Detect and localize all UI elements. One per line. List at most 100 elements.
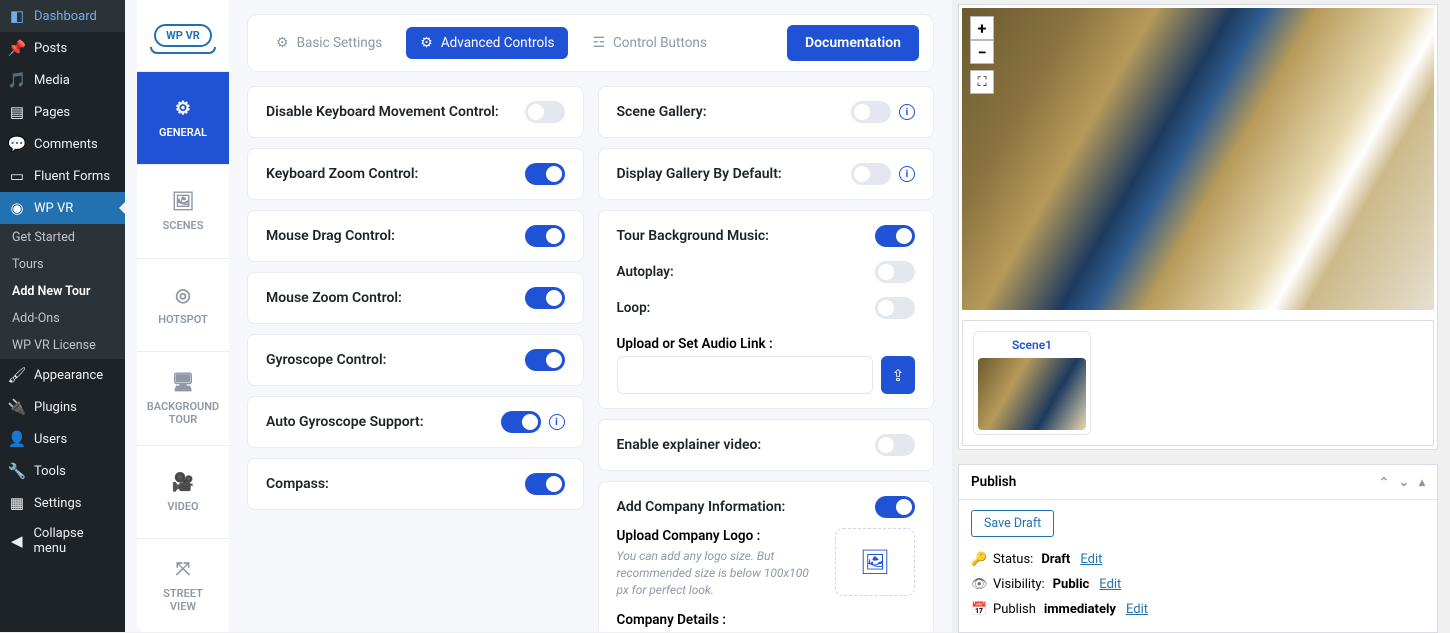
sliders-icon: ⚙	[420, 35, 433, 51]
menu-fluent-forms[interactable]: ▭ Fluent Forms	[0, 160, 125, 192]
vtab-hotspot[interactable]: ◎HOTSPOT	[137, 258, 229, 352]
gear-icon: ⚙	[276, 35, 289, 51]
submenu-tours[interactable]: Tours	[0, 251, 125, 278]
toggle-mouse-zoom[interactable]	[525, 287, 565, 309]
toggle-bgm[interactable]	[875, 225, 915, 247]
fullscreen-button[interactable]: ⛶	[970, 70, 994, 94]
audio-link-input[interactable]	[617, 356, 874, 394]
logo-upload-placeholder[interactable]: 🖼	[835, 528, 915, 596]
menu-posts[interactable]: 📌Posts	[0, 32, 125, 64]
label-gyro: Gyroscope Control:	[266, 352, 386, 368]
label-compass: Compass:	[266, 476, 329, 492]
video-icon: 🎥	[172, 472, 194, 493]
forms-icon: ▭	[8, 167, 26, 185]
wpvr-logo: WP VR	[137, 0, 229, 71]
toggle-scene-gallery[interactable]	[851, 101, 891, 123]
vtab-bg-tour[interactable]: 🖥 BACKGROUNDTOUR	[137, 351, 229, 445]
toggle-company-info[interactable]	[875, 496, 915, 518]
label-auto-gyro: Auto Gyroscope Support:	[266, 414, 424, 430]
toggle-kb-zoom[interactable]	[525, 163, 565, 185]
calendar-icon: 📅	[971, 602, 985, 617]
image-icon: 🖼	[172, 191, 195, 212]
menu-appearance[interactable]: 🖌Appearance	[0, 359, 125, 391]
edit-status-link[interactable]: Edit	[1080, 552, 1102, 567]
vtab-scenes[interactable]: 🖼SCENES	[137, 164, 229, 258]
zoom-out-button[interactable]: −	[970, 40, 994, 64]
panorama-preview[interactable]: + − ⛶	[962, 8, 1434, 310]
menu-dashboard[interactable]: ◧Dashboard	[0, 0, 125, 32]
info-icon[interactable]: i	[899, 104, 915, 120]
panel-down-icon[interactable]: ⌄	[1399, 475, 1409, 489]
menu-label: Posts	[34, 41, 67, 56]
settings-icon: ▦	[8, 494, 26, 512]
status-label: Status:	[993, 552, 1033, 567]
vtab-label: BACKGROUNDTOUR	[147, 400, 219, 426]
toggle-auto-gyro[interactable]	[501, 411, 541, 433]
toggle-gyro[interactable]	[525, 349, 565, 371]
vtab-label: GENERAL	[159, 126, 207, 139]
toggle-loop[interactable]	[875, 297, 915, 319]
upload-icon: ⇪	[891, 366, 904, 385]
menu-label: Tools	[34, 464, 66, 479]
menu-users[interactable]: 👤Users	[0, 423, 125, 455]
label-upload-audio: Upload or Set Audio Link :	[617, 336, 773, 352]
submenu-get-started[interactable]: Get Started	[0, 224, 125, 251]
menu-label: Fluent Forms	[34, 169, 110, 184]
toggle-mouse-drag[interactable]	[525, 225, 565, 247]
menu-label: Comments	[34, 137, 98, 152]
vtab-label: STREETVIEW	[163, 587, 203, 613]
label-mouse-drag: Mouse Drag Control:	[266, 228, 395, 244]
tab-control-buttons[interactable]: ☲Control Buttons	[578, 27, 720, 59]
toggle-explainer[interactable]	[875, 434, 915, 456]
scene-thumbnail-card[interactable]: Scene1	[973, 331, 1091, 435]
tab-advanced-controls[interactable]: ⚙ Advanced Controls	[406, 27, 568, 59]
publish-box: Publish ⌃ ⌄ ▴ Save Draft 🔑Status: Draft …	[958, 464, 1438, 633]
upload-audio-button[interactable]: ⇪	[881, 356, 915, 394]
submenu-add-ons[interactable]: Add-Ons	[0, 305, 125, 332]
pages-icon: ▤	[8, 103, 26, 121]
gear-icon: ⚙	[175, 98, 191, 119]
eye-icon: 👁	[971, 577, 985, 592]
preview-panel: + − ⛶ Scene1	[958, 4, 1438, 450]
menu-tools[interactable]: 🔧Tools	[0, 455, 125, 487]
zoom-in-button[interactable]: +	[970, 16, 994, 40]
info-icon[interactable]: i	[549, 414, 565, 430]
tab-basic-settings[interactable]: ⚙Basic Settings	[262, 27, 396, 59]
menu-settings[interactable]: ▦Settings	[0, 487, 125, 519]
menu-label: WP VR	[34, 201, 73, 216]
menu-label: Users	[34, 432, 67, 447]
toggle-disable-kb[interactable]	[525, 101, 565, 123]
monitor-icon: 🖥	[172, 372, 195, 393]
menu-collapse[interactable]: ◀Collapse menu	[0, 519, 125, 563]
desc-upload-logo: You can add any logo size. But recommend…	[617, 548, 822, 598]
vtab-street[interactable]: ⤧STREETVIEW	[137, 538, 229, 632]
label-kb-zoom: Keyboard Zoom Control:	[266, 166, 418, 182]
toggle-autoplay[interactable]	[875, 261, 915, 283]
label-autoplay: Autoplay:	[617, 264, 674, 280]
panel-up-icon[interactable]: ⌃	[1379, 475, 1389, 489]
submenu-add-new-tour[interactable]: Add New Tour	[0, 278, 125, 305]
menu-comments[interactable]: 💬Comments	[0, 128, 125, 160]
label-bgm: Tour Background Music:	[617, 228, 770, 244]
status-value: Draft	[1041, 552, 1070, 567]
edit-publish-link[interactable]: Edit	[1126, 602, 1148, 617]
info-icon[interactable]: i	[899, 166, 915, 182]
menu-media[interactable]: 🎵Media	[0, 64, 125, 96]
submenu-license[interactable]: WP VR License	[0, 332, 125, 359]
vtab-video[interactable]: 🎥VIDEO	[137, 445, 229, 539]
menu-pages[interactable]: ▤Pages	[0, 96, 125, 128]
tab-label: Advanced Controls	[441, 35, 555, 51]
toggle-compass[interactable]	[525, 473, 565, 495]
toggle-display-gallery[interactable]	[851, 163, 891, 185]
image-icon: 🖼	[860, 548, 890, 576]
publish-title: Publish	[971, 474, 1016, 490]
menu-plugins[interactable]: 🔌Plugins	[0, 391, 125, 423]
menu-wp-vr[interactable]: ◉WP VR	[0, 192, 125, 224]
panel-toggle-icon[interactable]: ▴	[1419, 475, 1425, 489]
edit-visibility-link[interactable]: Edit	[1099, 577, 1121, 592]
save-draft-button[interactable]: Save Draft	[971, 510, 1054, 537]
documentation-button[interactable]: Documentation	[787, 25, 919, 61]
label-disable-kb: Disable Keyboard Movement Control:	[266, 104, 499, 120]
vtab-general[interactable]: ⚙ GENERAL	[137, 71, 229, 165]
sliders-icon: ☲	[592, 35, 605, 51]
